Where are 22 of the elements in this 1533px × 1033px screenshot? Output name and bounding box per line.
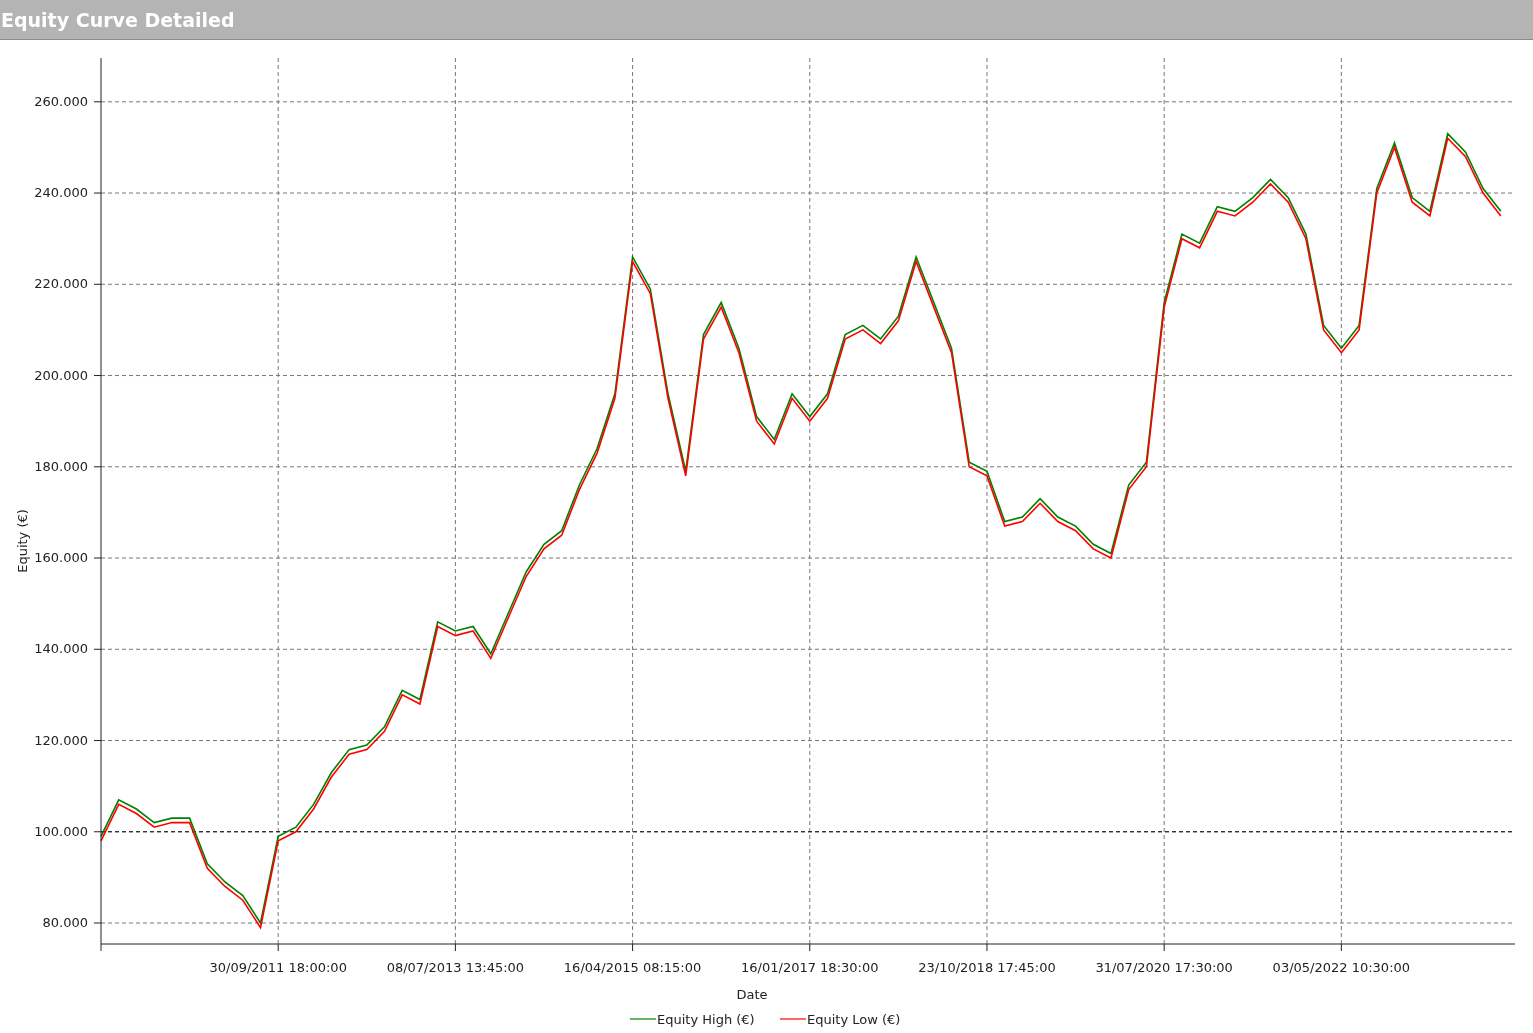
y-tick-label: 180.000 [34,458,88,474]
x-axis-title: Date [736,987,768,1002]
y-tick-label: 120.000 [34,732,88,748]
x-tick-label: 30/09/2011 18:00:00 [209,960,347,975]
y-tick-label: 220.000 [34,276,88,292]
y-tick-label: 100.000 [34,823,88,839]
x-tick-label: 23/10/2018 17:45:00 [918,960,1056,975]
y-tick-label: 140.000 [34,641,88,657]
legend-label: Equity Low (€) [807,1012,901,1027]
y-axis-title: Equity (€) [15,509,30,573]
y-tick-label: 240.000 [34,185,88,201]
x-tick-label: 31/07/2020 17:30:00 [1095,960,1233,975]
x-tick-label: 08/07/2013 13:45:00 [386,960,525,975]
y-tick-label: 80.000 [42,915,88,930]
panel-title: Equity Curve Detailed [1,8,235,31]
y-tick-label: 160.000 [34,550,88,566]
x-tick-label: 16/04/2015 08:15:00 [563,960,702,975]
y-tick-label: 200.000 [34,367,88,383]
y-tick-label: 260.000 [34,93,88,109]
x-tick-label: 03/05/2022 10:30:00 [1272,960,1411,975]
legend-label: Equity High (€) [657,1012,755,1027]
x-tick-label: 16/01/2017 18:30:00 [741,960,879,975]
